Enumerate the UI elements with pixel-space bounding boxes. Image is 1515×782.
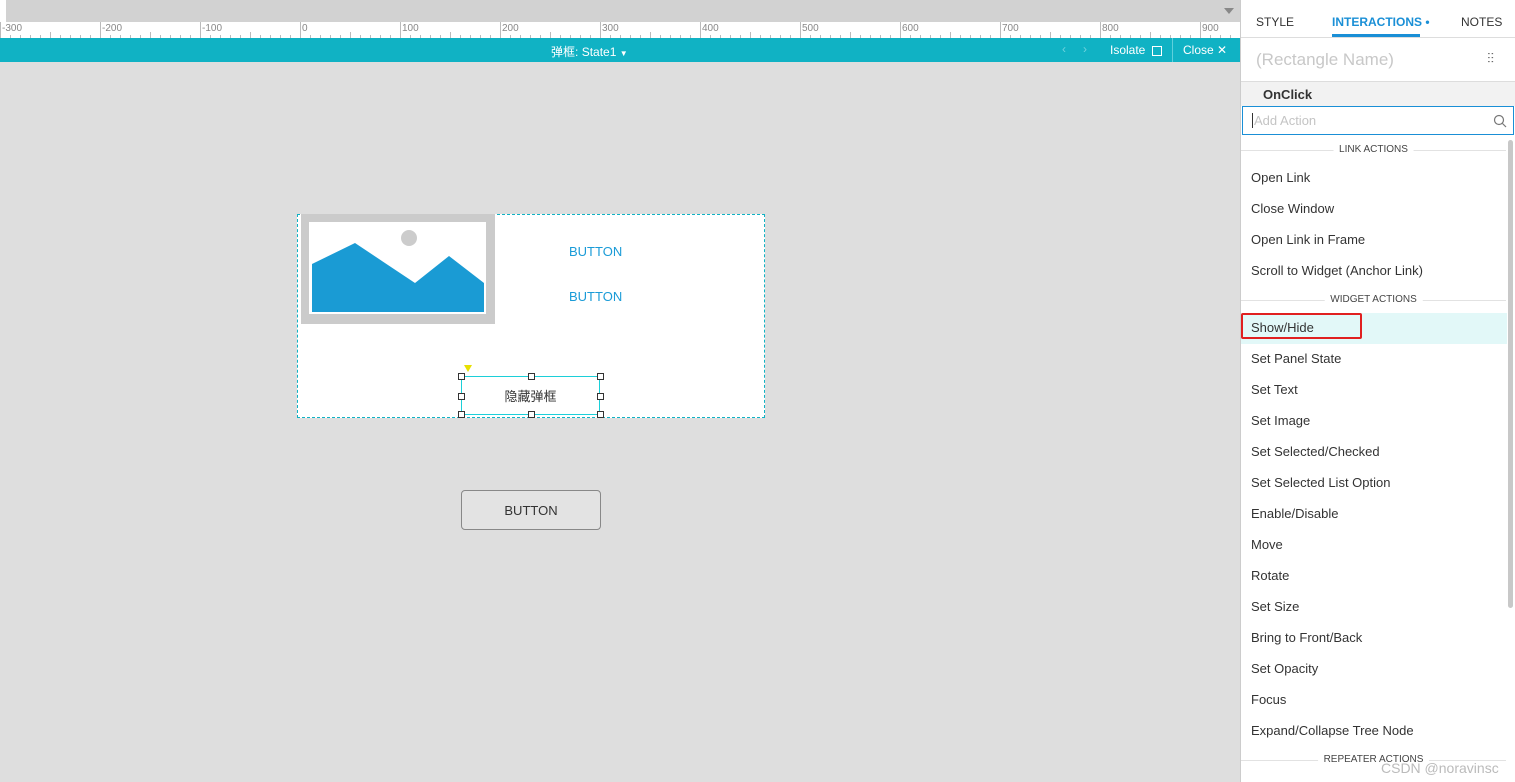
design-canvas[interactable] <box>0 62 1240 782</box>
ruler-label: -100 <box>202 23 223 34</box>
ruler-label: 100 <box>402 23 419 34</box>
event-onclick[interactable]: OnClick <box>1241 82 1515 106</box>
add-action-search[interactable]: Add Action <box>1242 106 1514 135</box>
ruler-major-tick <box>1100 22 1101 38</box>
tab-notes[interactable]: NOTES <box>1461 15 1502 29</box>
rectangle-label: 隐藏弹框 <box>504 389 557 404</box>
ruler-label: 800 <box>1102 23 1119 34</box>
close-label: Close <box>1183 43 1214 57</box>
section-divider: WIDGET ACTIONS <box>1241 294 1506 305</box>
watermark: CSDN @noravinsc <box>1381 760 1499 776</box>
section-divider: LINK ACTIONS <box>1241 144 1506 155</box>
sliders-icon[interactable]: ⫶⫶ <box>1487 50 1494 67</box>
search-icon <box>1493 114 1507 128</box>
resize-handle[interactable] <box>528 411 535 418</box>
highlight-box <box>1241 313 1362 339</box>
scrollbar[interactable] <box>1508 140 1513 608</box>
horizontal-ruler: -300 -200 -100 0 100 200 300 400 500 600 700 800 900 <box>0 22 1291 38</box>
button-3[interactable]: BUTTON <box>461 490 601 530</box>
resize-handle[interactable] <box>528 373 535 380</box>
search-placeholder: Add Action <box>1252 113 1317 128</box>
selected-rectangle[interactable]: 隐藏弹框 <box>461 376 600 415</box>
tab-interactions-label: INTERACTIONS <box>1332 15 1422 29</box>
ruler-major-tick <box>700 22 701 38</box>
close-icon: ✕ <box>1217 43 1228 57</box>
button-1[interactable]: BUTTON <box>569 244 622 259</box>
next-state-icon[interactable]: › <box>1083 42 1087 56</box>
widget-name-placeholder: (Rectangle Name) <box>1256 50 1394 69</box>
action-item[interactable]: Rotate <box>1241 561 1507 592</box>
resize-handle[interactable] <box>597 393 604 400</box>
state-name: State1 <box>581 45 617 59</box>
ruler-label: 500 <box>802 23 819 34</box>
resize-handle[interactable] <box>458 373 465 380</box>
resize-handle[interactable] <box>597 411 604 418</box>
ruler-major-tick <box>0 22 1 38</box>
image-icon <box>309 222 486 314</box>
ruler-major-tick <box>100 22 101 38</box>
ruler-major-tick <box>1000 22 1001 38</box>
isolate-label: Isolate <box>1110 43 1146 57</box>
ruler-label: 300 <box>602 23 619 34</box>
ruler-label: 200 <box>502 23 519 34</box>
button-2[interactable]: BUTTON <box>569 289 622 304</box>
ruler-major-tick <box>400 22 401 38</box>
button-3-label: BUTTON <box>504 502 558 518</box>
ruler-major-tick <box>600 22 601 38</box>
section-title: LINK ACTIONS <box>1333 144 1414 155</box>
chevron-down-icon: ▼ <box>619 49 628 58</box>
action-item[interactable]: Set Selected/Checked <box>1241 437 1507 468</box>
prev-state-icon[interactable]: ‹ <box>1062 42 1066 56</box>
ruler-major-tick <box>200 22 201 38</box>
state-selector[interactable]: 弹框: State1 ▼ <box>551 43 628 60</box>
action-item[interactable]: Scroll to Widget (Anchor Link) <box>1241 256 1507 287</box>
ruler-label: 900 <box>1202 23 1219 34</box>
resize-handle[interactable] <box>458 411 465 418</box>
action-item[interactable]: Set Size <box>1241 592 1507 623</box>
inspector-panel: STYLE INTERACTIONS • NOTES (Rectangle Na… <box>1240 0 1515 782</box>
resize-handle[interactable] <box>597 373 604 380</box>
dynamic-panel-state-bar: 弹框: State1 ▼ ‹ › Isolate Close ✕ <box>0 38 1240 62</box>
interaction-marker-icon <box>464 365 472 372</box>
ruler-major-tick <box>1200 22 1201 38</box>
resize-handle[interactable] <box>458 393 465 400</box>
tab-style[interactable]: STYLE <box>1256 15 1294 29</box>
isolate-button[interactable]: Isolate <box>1110 43 1162 57</box>
ruler-label: 700 <box>1002 23 1019 34</box>
ruler-label: -200 <box>102 23 123 34</box>
ruler-major-tick <box>500 22 501 38</box>
section-title: WIDGET ACTIONS <box>1324 294 1423 305</box>
action-item[interactable]: Set Opacity <box>1241 654 1507 685</box>
action-item[interactable]: Focus <box>1241 685 1507 716</box>
action-item[interactable]: Enable/Disable <box>1241 499 1507 530</box>
ruler-major-tick <box>800 22 801 38</box>
ruler-label: 0 <box>302 23 308 34</box>
top-toolbar-strip <box>0 0 1240 22</box>
action-item[interactable]: Open Link in Frame <box>1241 225 1507 256</box>
action-item[interactable]: Expand/Collapse Tree Node <box>1241 716 1507 747</box>
ruler-major-tick <box>300 22 301 38</box>
action-item[interactable]: Set Selected List Option <box>1241 468 1507 499</box>
ruler-label: 600 <box>902 23 919 34</box>
action-item[interactable]: Bring to Front/Back <box>1241 623 1507 654</box>
widget-name-field[interactable]: (Rectangle Name) ⫶⫶ <box>1241 37 1515 82</box>
action-item[interactable]: Set Panel State <box>1241 344 1507 375</box>
action-item[interactable]: Close Window <box>1241 194 1507 225</box>
tab-interactions[interactable]: INTERACTIONS • <box>1332 15 1430 29</box>
isolate-icon <box>1151 45 1162 56</box>
action-item[interactable]: Set Text <box>1241 375 1507 406</box>
close-button[interactable]: Close ✕ <box>1172 38 1240 62</box>
dropdown-arrow-icon[interactable] <box>1224 8 1234 14</box>
image-placeholder[interactable] <box>301 214 495 324</box>
ruler-label: -300 <box>2 23 23 34</box>
dot-icon: • <box>1422 15 1430 29</box>
ruler-label: 400 <box>702 23 719 34</box>
ruler-major-tick <box>900 22 901 38</box>
panel-name: 弹框: <box>551 45 579 59</box>
action-item[interactable]: Set Image <box>1241 406 1507 437</box>
action-item[interactable]: Move <box>1241 530 1507 561</box>
action-item[interactable]: Open Link <box>1241 163 1507 194</box>
